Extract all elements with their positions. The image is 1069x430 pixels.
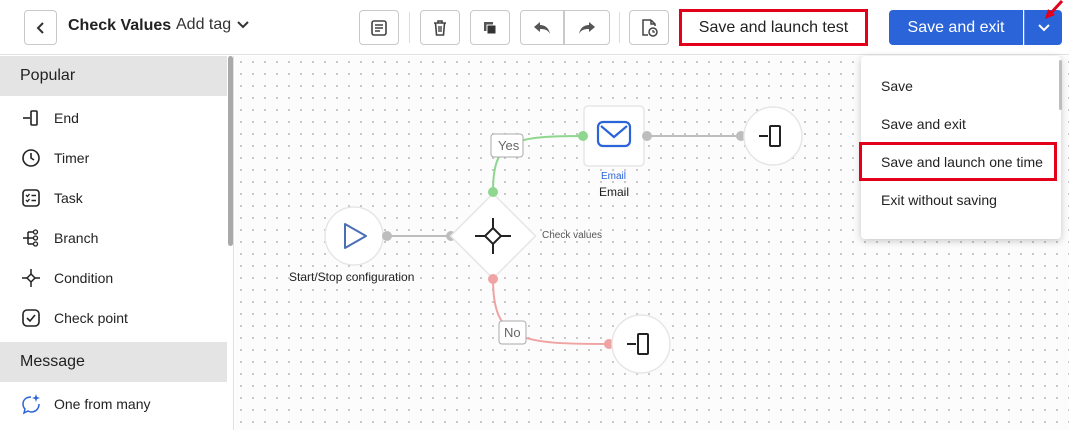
page-title: Check Values xyxy=(68,17,172,34)
condition-node-label: Check values xyxy=(542,230,603,241)
end-icon xyxy=(20,107,42,129)
flow-editor: Check Values Add tag Save and launch tes… xyxy=(0,0,1069,430)
history-button[interactable] xyxy=(629,10,669,45)
palette-item-timer[interactable]: Timer xyxy=(0,138,227,178)
toolbar-divider xyxy=(619,12,620,43)
yes-edge-label: Yes xyxy=(498,138,520,153)
trash-icon xyxy=(434,19,446,36)
start-node-label: Start/Stop configuration xyxy=(289,270,415,284)
back-button[interactable] xyxy=(24,10,57,45)
redo-button[interactable] xyxy=(564,10,610,45)
menu-scrollbar[interactable] xyxy=(1059,60,1062,110)
palette-item-branch[interactable]: Branch xyxy=(0,218,227,258)
copy-icon xyxy=(484,21,497,34)
condition-node xyxy=(449,192,537,280)
start-stop-node xyxy=(324,206,384,266)
redo-icon xyxy=(579,21,595,34)
palette-item-one-from-many[interactable]: One from many xyxy=(0,384,227,424)
pointer-arrow-icon xyxy=(1045,0,1064,19)
save-and-launch-test-button[interactable]: Save and launch test xyxy=(679,9,868,46)
end-node-top xyxy=(743,106,803,166)
condition-icon xyxy=(20,267,42,289)
check-point-icon xyxy=(20,307,42,329)
copy-button[interactable] xyxy=(470,10,510,45)
port-dot-yes xyxy=(488,187,498,197)
menu-item-save[interactable]: Save xyxy=(881,78,913,94)
palette-item-label: Task xyxy=(54,190,83,206)
palette-item-label: Timer xyxy=(54,150,90,166)
task-icon xyxy=(20,187,42,209)
email-icon-caption: Email xyxy=(601,171,627,182)
end-node-bottom xyxy=(611,314,671,374)
notes-button[interactable] xyxy=(359,10,399,45)
add-tag-dropdown[interactable]: Add tag xyxy=(176,16,249,34)
palette-item-task[interactable]: Task xyxy=(0,178,227,218)
palette-item-label: One from many xyxy=(54,396,151,412)
top-toolbar: Check Values Add tag Save and launch tes… xyxy=(0,0,1069,55)
email-node-label: Email xyxy=(599,185,630,199)
document-history-icon xyxy=(642,18,658,37)
email-node xyxy=(583,105,645,167)
delete-button[interactable] xyxy=(420,10,460,45)
section-header-message: Message xyxy=(0,342,227,382)
timer-icon xyxy=(20,147,42,169)
menu-item-save-and-exit[interactable]: Save and exit xyxy=(881,116,966,132)
save-and-exit-button[interactable]: Save and exit xyxy=(889,10,1023,45)
chevron-down-icon xyxy=(237,21,249,29)
toolbar-divider xyxy=(409,12,410,43)
add-tag-label: Add tag xyxy=(176,16,232,33)
undo-button[interactable] xyxy=(520,10,564,45)
palette-item-label: Branch xyxy=(54,230,99,246)
node-palette-sidebar: Popular End Timer Task Branch Condition … xyxy=(0,56,234,430)
no-edge-label: No xyxy=(504,325,521,340)
sidebar-scrollbar[interactable] xyxy=(228,56,233,246)
port-dot xyxy=(382,231,392,241)
sparkle-chat-icon xyxy=(20,393,42,415)
branch-icon xyxy=(20,227,42,249)
chevron-down-icon xyxy=(1037,23,1050,31)
port-dot xyxy=(578,131,588,141)
palette-item-label: End xyxy=(54,110,79,126)
section-header-popular: Popular xyxy=(0,56,227,96)
chevron-left-icon xyxy=(36,21,44,34)
port-dot-no xyxy=(488,274,498,284)
palette-item-condition[interactable]: Condition xyxy=(0,258,227,298)
undo-icon xyxy=(534,21,550,34)
menu-item-exit-without-saving[interactable]: Exit without saving xyxy=(881,192,997,208)
palette-item-check-point[interactable]: Check point xyxy=(0,298,227,338)
palette-item-label: Check point xyxy=(54,310,128,326)
note-icon xyxy=(371,19,387,36)
port-dot xyxy=(642,131,652,141)
highlight-box xyxy=(859,142,1057,181)
palette-item-label: Condition xyxy=(54,270,114,286)
palette-item-end[interactable]: End xyxy=(0,98,227,138)
